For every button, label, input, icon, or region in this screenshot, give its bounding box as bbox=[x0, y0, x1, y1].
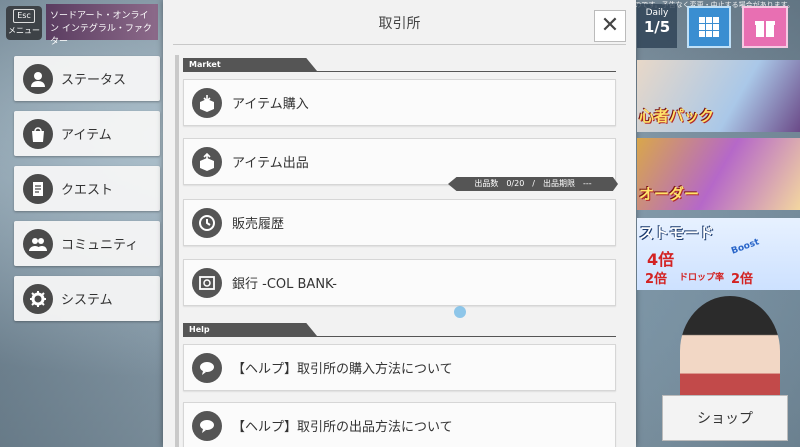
section-divider bbox=[183, 336, 616, 337]
row-label: 【ヘルプ】取引所の出品方法について bbox=[232, 420, 453, 435]
row-help-purchase[interactable]: 【ヘルプ】取引所の購入方法について bbox=[183, 344, 616, 391]
daily-title: Daily bbox=[645, 8, 669, 18]
touch-cursor bbox=[454, 306, 466, 318]
daily-value: 1/5 bbox=[643, 18, 671, 36]
left-accent-bar bbox=[175, 55, 179, 447]
section-divider bbox=[183, 71, 616, 72]
sell-box-icon bbox=[192, 146, 222, 177]
banner-order[interactable]: オーダー bbox=[637, 138, 800, 210]
menu-item-label: ステータス bbox=[61, 73, 127, 88]
row-item-purchase[interactable]: アイテム購入 bbox=[183, 79, 616, 126]
chat-bubble-icon bbox=[192, 410, 222, 441]
person-icon bbox=[23, 63, 53, 94]
menu-item-label: コミュニティ bbox=[61, 238, 139, 253]
row-sales-history[interactable]: 販売履歴 bbox=[183, 199, 616, 246]
banner-title: ストモード bbox=[639, 224, 715, 242]
multiplier-b: 2倍 bbox=[731, 272, 754, 287]
multiplier-a: 2倍 bbox=[645, 272, 668, 287]
esc-key-label: Esc bbox=[13, 9, 35, 23]
menu-item-item[interactable]: アイテム bbox=[14, 111, 160, 156]
row-bank[interactable]: 銀行 -COL BANK- bbox=[183, 259, 616, 306]
section-label-market: Market bbox=[183, 58, 317, 71]
gear-icon bbox=[23, 283, 53, 314]
title-divider bbox=[173, 44, 626, 45]
modal-title: 取引所 bbox=[378, 16, 421, 32]
row-label: 銀行 -COL BANK- bbox=[232, 277, 337, 292]
menu-item-label: アイテム bbox=[61, 128, 112, 143]
menu-item-quest[interactable]: クエスト bbox=[14, 166, 160, 211]
menu-item-label: クエスト bbox=[61, 183, 114, 198]
menu-item-community[interactable]: コミュニティ bbox=[14, 221, 160, 266]
close-button[interactable]: ✕ bbox=[594, 10, 626, 42]
banner-title: 心者パック bbox=[639, 107, 715, 125]
gift-button[interactable] bbox=[742, 6, 788, 48]
menu-item-status[interactable]: ステータス bbox=[14, 56, 160, 101]
row-label: 販売履歴 bbox=[232, 217, 285, 232]
buy-box-icon bbox=[192, 87, 222, 118]
grid-menu-button[interactable] bbox=[687, 6, 731, 48]
menu-item-label: システム bbox=[61, 293, 113, 308]
bank-safe-icon bbox=[192, 267, 222, 298]
row-help-listing[interactable]: 【ヘルプ】取引所の出品方法について bbox=[183, 402, 616, 447]
banner-boost-mode[interactable]: ストモード Boost 4倍 2倍 ドロップ率 2倍 bbox=[637, 218, 800, 290]
section-label-help: Help bbox=[183, 323, 317, 336]
banner-beginner-pack[interactable]: 心者パック bbox=[637, 60, 800, 132]
game-logo: ソードアート・オンライン インテグラル・ファクター bbox=[46, 4, 158, 47]
multiplier-main: 4倍 bbox=[647, 250, 675, 269]
quest-scroll-icon bbox=[23, 173, 53, 204]
row-label: アイテム出品 bbox=[232, 156, 309, 171]
navigator-character bbox=[680, 296, 780, 406]
drop-rate-label: ドロップ率 bbox=[679, 273, 725, 283]
chat-bubble-icon bbox=[192, 352, 222, 383]
row-label: アイテム購入 bbox=[232, 97, 309, 112]
gift-icon bbox=[753, 15, 777, 39]
bag-icon bbox=[23, 118, 53, 149]
menu-item-system[interactable]: システム bbox=[14, 276, 160, 321]
esc-menu-label: メニュー bbox=[8, 26, 40, 35]
listing-status-badge: 出品数 0/20 / 出品期限 --- bbox=[448, 177, 618, 191]
close-icon: ✕ bbox=[600, 13, 620, 38]
menu-esc-button[interactable]: Esc メニュー bbox=[6, 6, 42, 40]
boost-label: Boost bbox=[730, 237, 761, 257]
exchange-modal: 取引所 ✕ Market アイテム購入 アイテム出品 出品数 0/20 / 出品… bbox=[163, 0, 636, 447]
grid-icon bbox=[697, 15, 721, 39]
banner-title: オーダー bbox=[639, 185, 700, 203]
row-label: 【ヘルプ】取引所の購入方法について bbox=[232, 362, 453, 377]
community-icon bbox=[23, 228, 53, 259]
shop-button[interactable]: ショップ bbox=[662, 395, 788, 441]
side-menu: ステータス アイテム クエスト コミュニティ システム bbox=[14, 56, 160, 331]
history-clock-icon bbox=[192, 207, 222, 238]
daily-counter[interactable]: Daily 1/5 bbox=[637, 4, 677, 48]
